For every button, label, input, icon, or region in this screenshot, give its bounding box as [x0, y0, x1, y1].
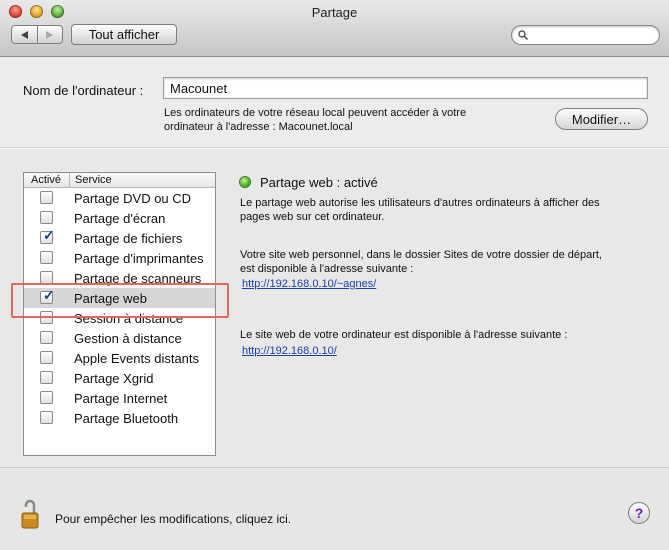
service-checkbox[interactable]: ✓ [40, 227, 55, 244]
annotation-highlight-box [11, 283, 229, 318]
service-checkbox[interactable] [40, 411, 53, 424]
service-label: Partage d'imprimantes [74, 251, 204, 266]
status-indicator-icon [240, 177, 250, 187]
service-row-apple-events[interactable]: Apple Events distants [24, 348, 215, 368]
forward-button[interactable] [37, 25, 63, 44]
service-label: Partage Internet [74, 391, 168, 406]
lock-icon[interactable] [21, 498, 41, 530]
footer-bar: Pour empêcher les modifications, cliquez… [0, 467, 669, 550]
computer-site-link[interactable]: http://192.168.0.10/ [242, 345, 337, 357]
header-service[interactable]: Service [75, 174, 112, 186]
personal-site-line1: Votre site web personnel, dans le dossie… [240, 249, 602, 261]
window-title: Partage [311, 5, 358, 20]
show-all-button[interactable]: Tout afficher [71, 24, 177, 45]
service-checkbox[interactable] [40, 251, 53, 264]
computer-name-help-line1: Les ordinateurs de votre réseau local pe… [164, 107, 467, 119]
service-label: Partage d'écran [74, 211, 166, 226]
computer-name-panel: Nom de l'ordinateur : Macounet Les ordin… [0, 57, 669, 148]
modify-button[interactable]: Modifier… [555, 108, 648, 130]
computer-name-field[interactable]: Macounet [163, 77, 648, 99]
service-label: Partage Bluetooth [74, 411, 179, 426]
checkmark-icon: ✓ [43, 227, 55, 243]
personal-site-info: Votre site web personnel, dans le dossie… [240, 248, 650, 276]
lock-message: Pour empêcher les modifications, cliquez… [55, 512, 292, 526]
service-checkbox[interactable] [40, 391, 53, 404]
computer-site-info: Le site web de votre ordinateur est disp… [240, 329, 568, 341]
title-bar: Partage Tout afficher [0, 0, 669, 57]
services-table-header: Activé Service [24, 173, 215, 188]
service-label: Partage DVD ou CD [74, 191, 192, 206]
service-checkbox[interactable] [40, 191, 53, 204]
service-row-files[interactable]: ✓ Partage de fichiers [24, 228, 215, 248]
search-input[interactable] [511, 25, 660, 45]
service-row-bluetooth[interactable]: Partage Bluetooth [24, 408, 215, 428]
search-icon [518, 30, 528, 40]
service-row-remote-management[interactable]: Gestion à distance [24, 328, 215, 348]
personal-site-line2: est disponible à l'adresse suivante : [240, 263, 414, 275]
service-checkbox[interactable] [40, 211, 53, 224]
service-row-xgrid[interactable]: Partage Xgrid [24, 368, 215, 388]
service-row-internet[interactable]: Partage Internet [24, 388, 215, 408]
preferences-window: Partage Tout afficher Nom de l'ordinateu… [0, 0, 669, 550]
service-row-printers[interactable]: Partage d'imprimantes [24, 248, 215, 268]
service-checkbox[interactable] [40, 371, 53, 384]
back-button[interactable] [11, 25, 38, 44]
web-sharing-description: Le partage web autorise les utilisateurs… [240, 196, 650, 224]
forward-arrow-icon [46, 30, 54, 39]
computer-name-help: Les ordinateurs de votre réseau local pe… [164, 106, 524, 134]
personal-site-link[interactable]: http://192.168.0.10/~agnes/ [242, 278, 376, 290]
service-checkbox[interactable] [40, 331, 53, 344]
header-separator [69, 173, 70, 187]
service-row-dvd[interactable]: Partage DVD ou CD [24, 188, 215, 208]
service-label: Gestion à distance [74, 331, 182, 346]
help-button[interactable]: ? [628, 502, 650, 524]
description-line1: Le partage web autorise les utilisateurs… [240, 197, 600, 209]
back-arrow-icon [20, 30, 28, 39]
computer-name-label: Nom de l'ordinateur : [23, 83, 144, 98]
service-label: Partage de fichiers [74, 231, 183, 246]
description-line2: pages web sur cet ordinateur. [240, 211, 385, 223]
navigation-buttons [11, 25, 63, 44]
header-active[interactable]: Activé [31, 174, 61, 186]
service-label: Partage Xgrid [74, 371, 154, 386]
service-label: Apple Events distants [74, 351, 200, 366]
service-row-screen[interactable]: Partage d'écran [24, 208, 215, 228]
service-checkbox[interactable] [40, 351, 53, 364]
computer-name-help-line2: ordinateur à l'adresse : Macounet.local [164, 121, 353, 133]
status-text: Partage web : activé [260, 175, 378, 190]
